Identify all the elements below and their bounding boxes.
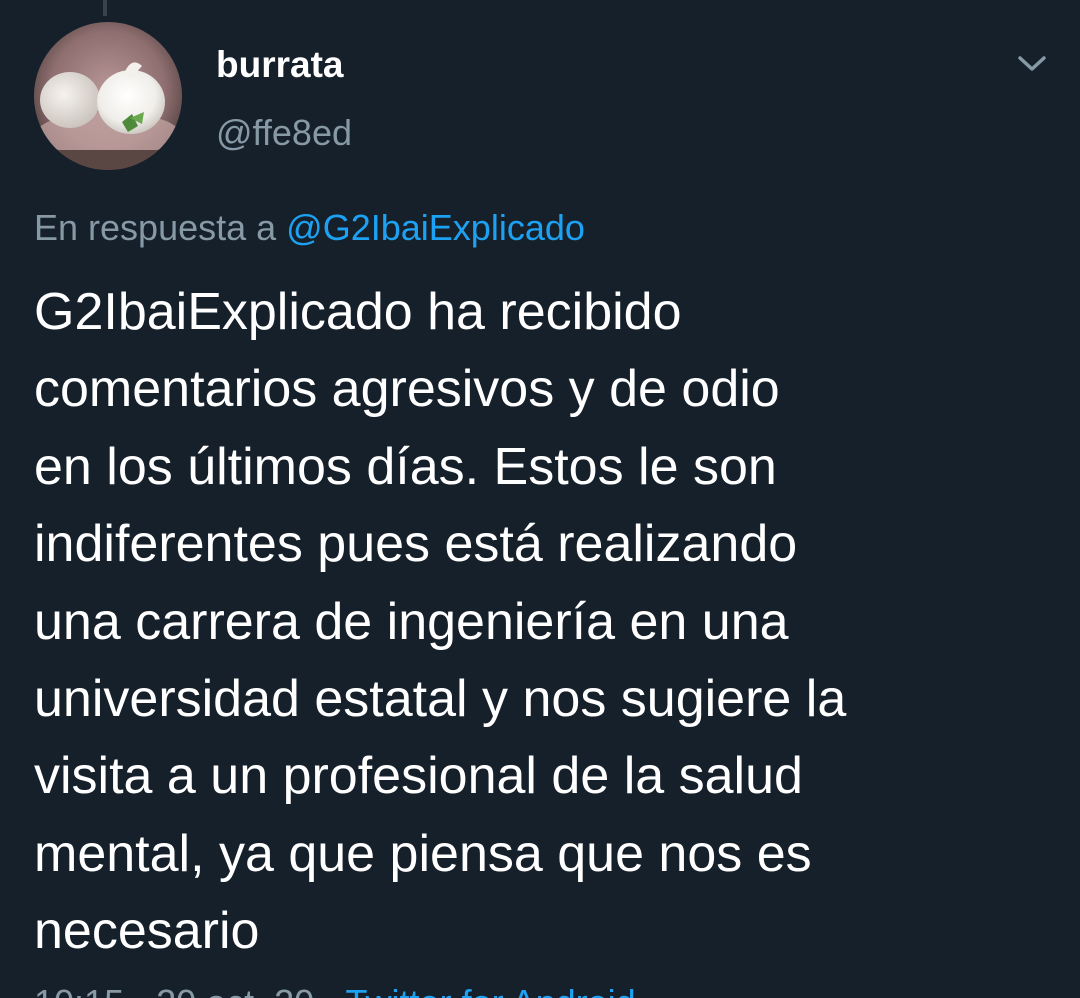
tweet-text-line: necesario [34, 902, 260, 961]
tweet-text-line: indiferentes pues está realizando [34, 515, 798, 574]
chevron-down-icon [1018, 56, 1046, 71]
tweet-timestamp[interactable]: 10:15 · 20 oct. 20 · [34, 982, 336, 998]
reply-context: En respuesta a @G2IbaiExplicado [34, 207, 585, 249]
user-handle[interactable]: @ffe8ed [216, 112, 352, 154]
thread-connector-line [103, 0, 107, 16]
burrata-cheese-avatar-icon [34, 22, 182, 170]
tweet-text-line: una carrera de ingeniería en una [34, 592, 789, 651]
tweet-metadata: 10:15 · 20 oct. 20 · Twitter for Android [34, 982, 636, 998]
tweet-source-link[interactable]: Twitter for Android [346, 982, 636, 998]
reply-prefix: En respuesta a [34, 207, 277, 248]
tweet-text-line: universidad estatal y nos sugiere la [34, 670, 847, 729]
reply-mention-link[interactable]: @G2IbaiExplicado [286, 207, 585, 248]
more-options-button[interactable] [1012, 48, 1052, 80]
tweet-text-line: G2IbaiExplicado ha recibido [34, 283, 682, 341]
tweet-text-line: visita a un profesional de la salud [34, 747, 803, 806]
tweet-text: G2IbaiExplicado ha recibido comentarios … [34, 274, 1044, 971]
tweet-text-line: en los últimos días. Estos le son [34, 437, 777, 496]
avatar[interactable] [34, 22, 182, 170]
display-name[interactable]: burrata [216, 44, 343, 86]
tweet-text-line: mental, ya que piensa que nos es [34, 824, 812, 883]
tweet-text-line: comentarios agresivos y de odio [34, 360, 780, 419]
